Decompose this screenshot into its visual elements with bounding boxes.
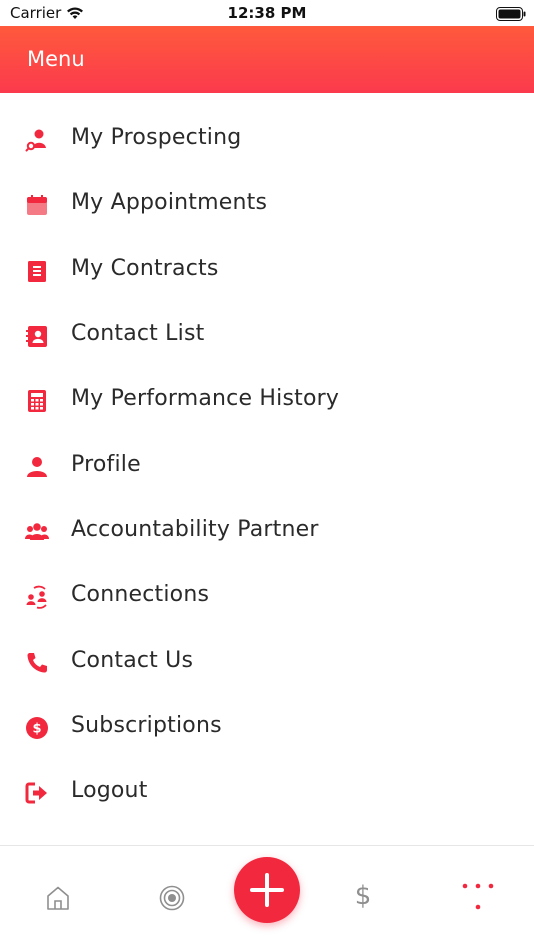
menu-item-my-prospecting[interactable]: My Prospecting (0, 112, 534, 168)
add-icon (250, 873, 284, 907)
bottom-tab-bar: $ (0, 846, 534, 950)
contact-book-icon (25, 324, 49, 348)
calendar-icon (25, 193, 49, 217)
tab-target[interactable] (158, 884, 186, 912)
menu-item-label: Profile (71, 452, 141, 477)
dollar-circle-icon: $ (25, 716, 49, 740)
target-icon (159, 885, 185, 911)
home-icon (47, 886, 69, 910)
calculator-icon (25, 389, 49, 413)
menu-item-contact-list[interactable]: Contact List (0, 308, 534, 364)
menu-item-subscriptions[interactable]: $ Subscriptions (0, 700, 534, 756)
menu-item-my-contracts[interactable]: My Contracts (0, 243, 534, 299)
menu-header: Menu (0, 26, 534, 93)
menu-item-label: My Prospecting (71, 125, 242, 150)
tab-home[interactable] (44, 884, 72, 912)
menu-item-my-appointments[interactable]: My Appointments (0, 177, 534, 233)
connections-icon (25, 585, 49, 609)
document-icon (25, 259, 49, 283)
menu-item-label: Logout (71, 778, 148, 803)
phone-icon (25, 651, 49, 675)
menu-item-label: Connections (71, 582, 210, 607)
menu-item-performance-history[interactable]: My Performance History (0, 373, 534, 429)
tab-more[interactable] (458, 882, 498, 914)
page-title: Menu (27, 47, 85, 71)
menu-item-label: My Contracts (71, 256, 219, 281)
user-icon (25, 455, 49, 479)
menu-item-label: Subscriptions (71, 713, 222, 738)
battery-icon (496, 6, 526, 21)
logout-icon (25, 781, 49, 805)
tab-dollar[interactable]: $ (350, 880, 376, 912)
menu-item-contact-us[interactable]: Contact Us (0, 635, 534, 691)
menu-item-label: Accountability Partner (71, 517, 319, 542)
menu-item-connections[interactable]: Connections (0, 569, 534, 625)
menu-item-label: My Performance History (71, 386, 340, 411)
dollar-icon: $ (354, 881, 372, 911)
clock-label: 12:38 PM (227, 4, 307, 22)
svg-text:$: $ (32, 722, 41, 737)
menu-item-label: My Appointments (71, 190, 268, 215)
add-button[interactable] (234, 857, 300, 923)
menu-item-label: Contact Us (71, 648, 194, 673)
menu-item-accountability-partner[interactable]: Accountability Partner (0, 504, 534, 560)
menu-item-logout[interactable]: Logout (0, 765, 534, 821)
status-bar: Carrier 12:38 PM (0, 0, 534, 26)
more-icon (462, 883, 494, 910)
menu-item-profile[interactable]: Profile (0, 439, 534, 495)
group-icon (25, 520, 49, 544)
user-search-icon (25, 128, 49, 152)
menu-item-label: Contact List (71, 321, 205, 346)
